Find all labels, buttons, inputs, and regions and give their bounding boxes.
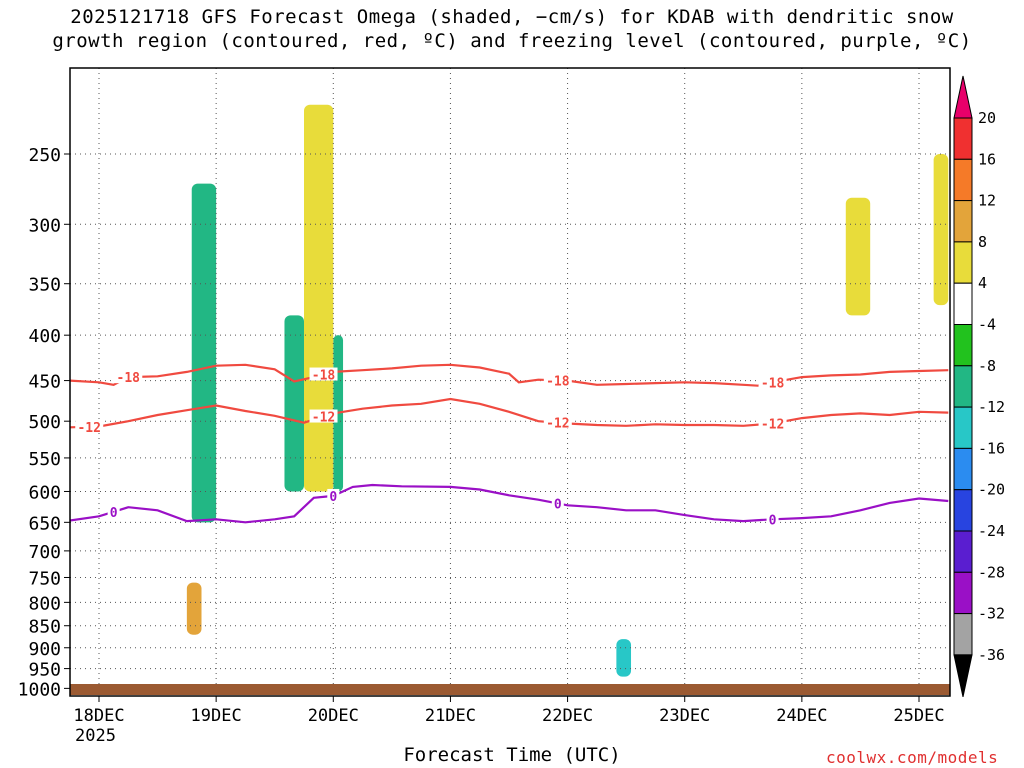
y-tick-label-750: 750 bbox=[28, 568, 61, 589]
y-tick-label-800: 800 bbox=[28, 593, 61, 614]
colorbar-swatch-1 bbox=[953, 117, 973, 160]
contour-label--12-1: -12 bbox=[312, 411, 335, 426]
y-tick-label-450: 450 bbox=[28, 372, 61, 393]
colorbar-label-12: -32 bbox=[978, 605, 1005, 623]
source-credit: coolwx.com/models bbox=[826, 748, 999, 767]
colorbar-swatch-7 bbox=[953, 365, 973, 408]
colorbar-label-8: -16 bbox=[978, 439, 1005, 457]
contour-label-0-2: 0 bbox=[554, 497, 562, 512]
colorbar-label-9: -20 bbox=[978, 481, 1005, 499]
contour-label--12-3: -12 bbox=[761, 417, 784, 432]
colorbar-swatch-13 bbox=[953, 613, 973, 656]
omega-region-7 bbox=[933, 154, 949, 306]
colorbar-label-10: -24 bbox=[978, 522, 1005, 540]
colorbar-swatch-8 bbox=[953, 406, 973, 449]
y-tick-label-300: 300 bbox=[28, 215, 61, 236]
colorbar-label-5: -4 bbox=[978, 316, 996, 334]
colorbar-swatch-10 bbox=[953, 489, 973, 532]
x-tick-label-24DEC: 24DEC bbox=[776, 706, 827, 726]
y-tick-label-600: 600 bbox=[28, 482, 61, 503]
pressure-axis: 2503003504004505005506006507007508008509… bbox=[18, 145, 70, 700]
colorbar-swatch-11 bbox=[953, 530, 973, 573]
y-tick-label-950: 950 bbox=[28, 660, 61, 681]
x-tick-label-25DEC: 25DEC bbox=[893, 706, 944, 726]
colorbar-label-4: 4 bbox=[978, 274, 987, 292]
colorbar-label-3: 8 bbox=[978, 233, 987, 251]
colorbar-top-arrow bbox=[953, 75, 973, 119]
ground-surface bbox=[70, 684, 950, 695]
contour-label-0-0: 0 bbox=[110, 506, 118, 521]
time-axis: 18DEC 19DEC 20DEC 21DEC 22DEC 23DEC 24DEC 25DEC… bbox=[73, 696, 945, 746]
x-tick-label-19DEC: 19DEC bbox=[191, 706, 242, 726]
y-tick-label-700: 700 bbox=[28, 542, 61, 563]
colorbar-swatch-2 bbox=[953, 158, 973, 202]
contour-label-0-1: 0 bbox=[329, 490, 337, 505]
colorbar-swatch-6 bbox=[953, 324, 973, 367]
colorbar-label-6: -8 bbox=[978, 357, 996, 375]
contour-label--12-0: -12 bbox=[77, 421, 100, 436]
colorbar-swatch-3 bbox=[953, 200, 973, 243]
omega-region-1 bbox=[284, 315, 304, 492]
contour-label--18-0: -18 bbox=[117, 371, 141, 386]
y-tick-label-350: 350 bbox=[28, 275, 61, 296]
y-tick-label-500: 500 bbox=[28, 412, 61, 433]
colorbar-label-11: -28 bbox=[978, 563, 1005, 581]
contour-label--18-3: -18 bbox=[761, 376, 785, 391]
omega-region-5 bbox=[616, 639, 632, 677]
y-tick-label-850: 850 bbox=[28, 617, 61, 638]
colorbar-label-7: -12 bbox=[978, 398, 1005, 416]
colorbar-label-1: 16 bbox=[978, 150, 996, 168]
omega-time-height-chart: -18 -18 -18 -18 -12 -12 -12 -12 0 0 0 0 250 300 350 40… bbox=[18, 67, 1005, 746]
x-tick-label-21DEC: 21DEC bbox=[425, 706, 476, 726]
contour-label--18-2: -18 bbox=[546, 374, 570, 389]
x-tick-label-20DEC: 20DEC bbox=[308, 706, 359, 726]
omega-region-6 bbox=[845, 197, 871, 316]
colorbar-swatch-5 bbox=[953, 282, 973, 326]
colorbar-label-0: 20 bbox=[978, 109, 996, 127]
y-tick-label-1000: 1000 bbox=[18, 679, 61, 700]
y-tick-label-550: 550 bbox=[28, 449, 61, 470]
omega-region-3 bbox=[304, 104, 334, 492]
colorbar-bottom-arrow bbox=[953, 654, 973, 698]
x-tick-label-18DEC: 18DEC bbox=[73, 706, 124, 726]
y-tick-label-900: 900 bbox=[28, 639, 61, 660]
x-tick-sublabel: 2025 bbox=[75, 726, 116, 746]
y-tick-label-250: 250 bbox=[28, 145, 61, 166]
x-tick-label-22DEC: 22DEC bbox=[542, 706, 593, 726]
y-tick-label-400: 400 bbox=[28, 326, 61, 347]
x-tick-label-23DEC: 23DEC bbox=[659, 706, 710, 726]
contour-label--18-1: -18 bbox=[312, 369, 336, 384]
omega-colorbar: 20 16 12 8 4 -4 -8 -12 -16 -20 -24 -28 -32 -36 bbox=[953, 75, 1005, 698]
colorbar-label-2: 12 bbox=[978, 192, 996, 210]
colorbar-swatch-4 bbox=[953, 241, 973, 284]
colorbar-label-13: -36 bbox=[978, 646, 1005, 664]
y-tick-label-650: 650 bbox=[28, 513, 61, 534]
contour-label-0-3: 0 bbox=[769, 513, 777, 528]
contour-label--12-2: -12 bbox=[546, 417, 569, 432]
omega-region-0 bbox=[191, 183, 217, 523]
colorbar-swatch-9 bbox=[953, 447, 973, 491]
colorbar-swatch-12 bbox=[953, 571, 973, 615]
omega-region-4 bbox=[186, 582, 202, 635]
